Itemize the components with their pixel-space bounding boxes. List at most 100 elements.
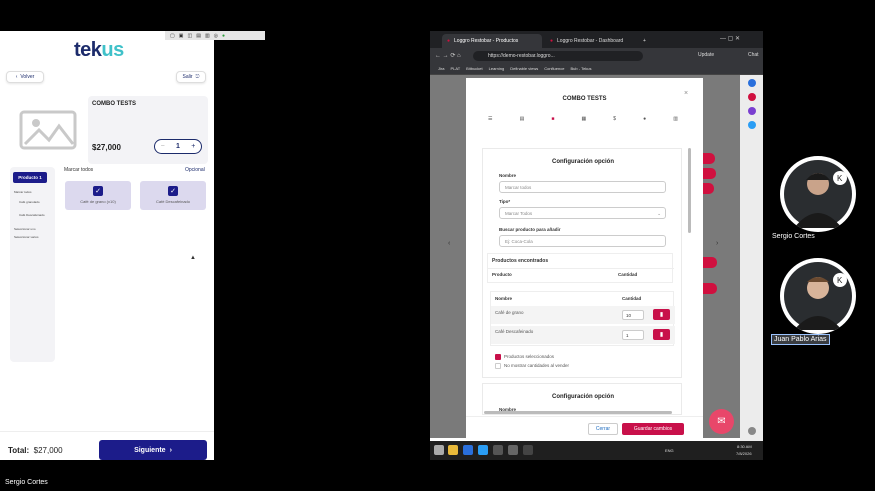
gear-icon[interactable] (748, 427, 756, 435)
checkbox-checked[interactable] (495, 354, 501, 360)
col-nombre: Nombre (495, 296, 513, 301)
bookmark-definable-views[interactable]: Definable views (510, 66, 538, 71)
table-row: Café Descafeinado 1 ▮ (491, 326, 675, 344)
language-indicator[interactable]: ENG (665, 448, 674, 453)
cursor-icon: ▲ (190, 255, 196, 261)
sidebar-item-marcar[interactable]: Marcar todos (14, 190, 32, 194)
found-products-box: Productos encontrados Producto Cantidad (487, 253, 674, 283)
nombre-input[interactable]: Marcar todos (499, 181, 666, 193)
tab-favicon-icon: ● (550, 38, 554, 44)
trash-icon[interactable]: ▮ (653, 329, 670, 340)
browser-side-panel (740, 75, 763, 441)
tab-dashboard[interactable]: ● Loggro Restobar - Dashboard (545, 34, 640, 48)
chat-button[interactable]: Chat (748, 52, 759, 58)
chat-icon: ✉ (717, 416, 726, 427)
search-icon[interactable] (748, 79, 756, 87)
copilot-icon[interactable] (748, 107, 756, 115)
checkmark-icon: ✓ (93, 186, 103, 196)
save-button[interactable]: Guardar cambios (622, 423, 684, 435)
option-card[interactable]: ✓ Café de grano (x10) (65, 181, 131, 210)
product-image-placeholder (10, 96, 85, 164)
url-input[interactable]: https://demo-restobar.loggro... (473, 51, 643, 61)
participant-name: Juan Pablo Arias (771, 334, 830, 345)
step-icon[interactable]: ■ (551, 116, 554, 122)
back-button[interactable]: ‹ Volver (6, 71, 44, 83)
plus-button[interactable]: + (191, 143, 195, 150)
sidebar-item-cafe-descafeinado[interactable]: Café Descafeinado (19, 213, 45, 217)
extension-icon[interactable] (748, 93, 756, 101)
tipo-select[interactable]: Marcar Todos ⌄ (499, 207, 666, 219)
combo-modal: COMBO TESTS × ☰ ▤ ■ ▦ $ ● ▥ Configuració… (466, 78, 703, 441)
row-name: Café de grano (495, 310, 524, 315)
window-controls[interactable]: — ▢ ✕ (720, 35, 740, 42)
svg-text:K: K (837, 276, 843, 285)
bookmark-bub-tekus[interactable]: Bub - Tekus (570, 66, 591, 71)
quantity-input[interactable]: 10 (622, 310, 644, 320)
total-bar: Total: $27,000 Siguiente › (0, 431, 214, 460)
clock-date: 7/8/2026 (736, 451, 752, 456)
app-icon[interactable] (508, 445, 518, 455)
bookmark-jira[interactable]: Jira (438, 66, 444, 71)
buscar-input[interactable]: Ej: Coca-Cola (499, 235, 666, 247)
config-title: Configuración opción (552, 394, 614, 400)
app-icon[interactable] (523, 445, 533, 455)
selected-products-table: Nombre Cantidad Café de grano 10 ▮ Café … (490, 291, 675, 346)
step-icon[interactable]: ☰ (488, 116, 492, 122)
modal-footer: Cerrar Guardar cambios (466, 416, 703, 441)
tekus-app: tekus ‹ Volver Salir ⎋ COMBO TESTS $27,0… (0, 31, 214, 460)
marcar-todos-heading: Marcar todos (64, 167, 94, 173)
close-icon[interactable]: × (684, 90, 688, 97)
option-card[interactable]: ✓ Café Descafeinado (140, 181, 206, 210)
toolbar-icon[interactable]: ◎ (214, 33, 218, 39)
sidebar-item-cafe-granulado[interactable]: Café granulado (19, 200, 40, 204)
chrome-icon[interactable] (448, 445, 458, 455)
sidebar-item-producto-1[interactable]: Producto 1 (13, 172, 47, 183)
chat-fab[interactable]: ✉ (709, 409, 734, 434)
new-tab-button[interactable]: + (638, 34, 651, 48)
tab-productos[interactable]: ● Loggro Restobar - Productos (442, 34, 542, 48)
app-icon[interactable] (493, 445, 503, 455)
update-button[interactable]: Update (698, 52, 714, 58)
toolbar-icon[interactable]: ▢ (170, 33, 175, 39)
vertical-scrollbar[interactable] (688, 148, 691, 233)
nav-buttons[interactable]: ← → ⟳ ⌂ (435, 52, 461, 59)
bookmark-learning[interactable]: Learning (489, 66, 505, 71)
toolbar-icon[interactable]: ◫ (187, 33, 192, 39)
table-row: Café de grano 10 ▮ (491, 306, 675, 324)
check-productos-label: Productos seleccionados (504, 354, 555, 359)
outlook-icon[interactable] (748, 121, 756, 129)
row-name: Café Descafeinado (495, 329, 534, 334)
edge-icon[interactable] (478, 445, 488, 455)
quantity-input[interactable]: 1 (622, 330, 644, 340)
chevron-down-icon: ⌄ (657, 211, 661, 216)
windows-icon[interactable] (434, 445, 444, 455)
horizontal-scrollbar[interactable] (484, 411, 672, 414)
chevron-left-icon: ‹ (448, 240, 451, 247)
next-button[interactable]: Siguiente › (99, 440, 207, 460)
sidebar-item-seleccionar-varios[interactable]: Seleccionar varios (14, 235, 39, 239)
trash-icon[interactable]: ▮ (653, 309, 670, 320)
cancel-button[interactable]: Cerrar (588, 423, 618, 435)
bookmark-plat[interactable]: PLAT (450, 66, 460, 71)
logout-icon: ⎋ (195, 74, 200, 80)
exit-button[interactable]: Salir ⎋ (176, 71, 206, 83)
toolbar-icon[interactable]: ▥ (205, 33, 210, 39)
app-icon[interactable] (463, 445, 473, 455)
svg-text:K: K (837, 174, 843, 183)
self-view-name: Sergio Cortes (5, 479, 48, 486)
step-icon[interactable]: ▥ (673, 116, 678, 122)
sidebar-item-seleccionar-uno[interactable]: Seleccionar uno (14, 227, 36, 231)
step-icon[interactable]: ▦ (581, 116, 586, 122)
minus-button[interactable]: − (161, 143, 165, 150)
step-icon[interactable]: $ (613, 116, 616, 122)
quantity-stepper[interactable]: − 1 + (154, 139, 202, 154)
checkbox-unchecked[interactable] (495, 363, 501, 369)
toolbar-icon[interactable]: ▣ (179, 33, 184, 39)
step-icon[interactable]: ● (643, 116, 646, 122)
toolbar-icon[interactable]: ● (222, 33, 225, 39)
step-icon[interactable]: ▤ (520, 116, 525, 122)
found-col-cantidad: Cantidad (618, 272, 638, 277)
toolbar-icon[interactable]: ▤ (196, 33, 201, 39)
bookmark-bitbucket[interactable]: Bitbucket (466, 66, 482, 71)
bookmark-confluence[interactable]: Confluence (544, 66, 564, 71)
